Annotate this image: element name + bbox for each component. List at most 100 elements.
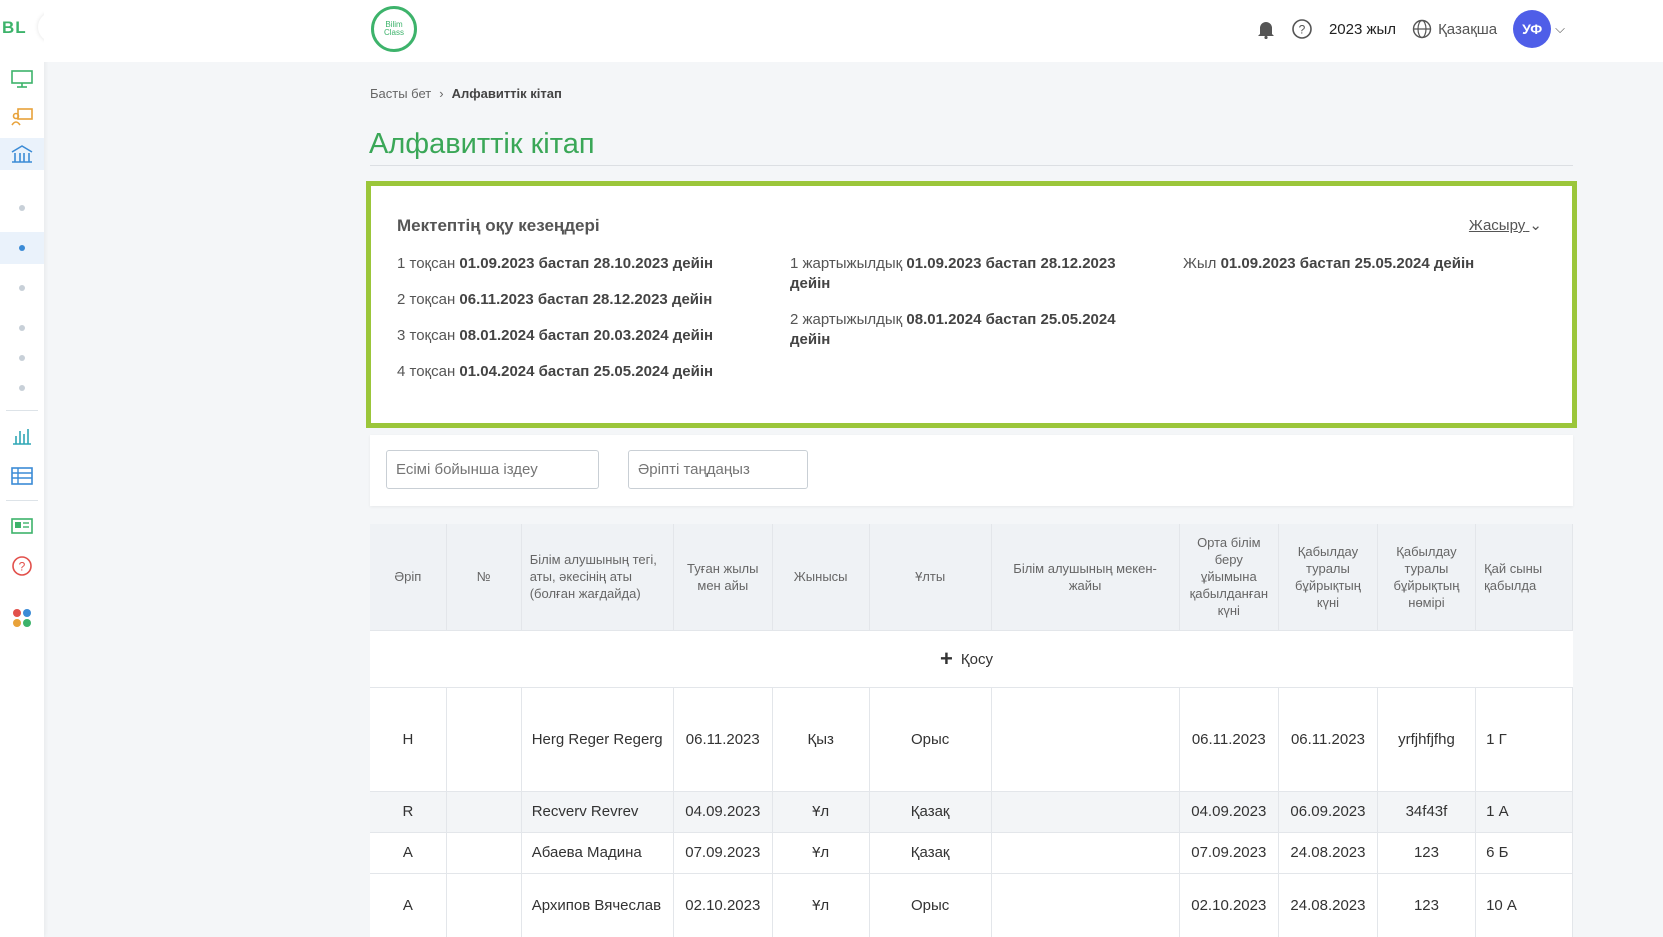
col-full-name[interactable]: Білім алушының тегі, аты, әкесінің аты (…	[521, 524, 674, 630]
period-range: 06.11.2023 бастап 28.12.2023 дейін	[459, 291, 713, 308]
table-icon	[11, 467, 33, 485]
sidebar-item-news[interactable]	[0, 510, 44, 542]
period-label: 4 тоқсан	[397, 363, 456, 380]
cell-address	[991, 872, 1180, 937]
sidebar-subitem-5[interactable]	[0, 342, 44, 374]
cell-name: Абаева Мадина	[521, 831, 674, 873]
cell-order-number: 34f43f	[1377, 790, 1477, 832]
col-order-number[interactable]: Қабылдау туралы бұйрықтың нөмірі	[1377, 524, 1477, 630]
cell-name: Архипов Вячеслав	[521, 872, 674, 937]
cell-class: 10 А	[1475, 872, 1573, 937]
add-row: + Қосу	[370, 629, 1573, 687]
news-icon	[11, 518, 33, 534]
col-letter[interactable]: Әріп	[370, 524, 447, 630]
school-periods-panel: Мектептің оқу кезеңдері Жасыру ⌄ 1 тоқса…	[366, 181, 1577, 428]
cell-nationality: Қазақ	[869, 790, 992, 832]
cell-class: 6 Б	[1475, 831, 1573, 873]
cell-number	[446, 872, 522, 937]
sidebar-subitem-2[interactable]	[0, 232, 44, 264]
col-address[interactable]: Білім алушының мекен-жайы	[991, 524, 1180, 630]
sidebar-logo: BL	[2, 18, 27, 37]
table-row[interactable]: H Herg Reger Regerg 06.11.2023 Қыз Орыс …	[370, 686, 1573, 791]
globe-icon	[1412, 19, 1432, 39]
table-row[interactable]: R Recverv Revrev 04.09.2023 Ұл Қазақ 04.…	[370, 790, 1573, 832]
sidebar-subitem-1[interactable]	[0, 192, 44, 224]
cell-name: Recverv Revrev	[521, 790, 674, 832]
sidebar-subitem-4[interactable]	[0, 312, 44, 344]
period-range: 08.01.2024 бастап 20.03.2024 дейін	[459, 327, 714, 344]
period-label: 1 жартыжылдық	[790, 255, 903, 272]
academic-year-selector[interactable]: 2023 жыл	[1329, 21, 1396, 38]
hide-periods-button[interactable]: Жасыру ⌄	[1469, 216, 1542, 234]
sidebar-item-school[interactable]	[0, 138, 44, 170]
col-birth[interactable]: Туған жылы мен айы	[673, 524, 773, 630]
bell-icon[interactable]	[1257, 19, 1275, 39]
bar-chart-icon	[13, 429, 31, 445]
quarters-column: 1 тоқсан 01.09.2023 бастап 28.10.2023 де…	[397, 254, 757, 398]
bilimclass-logo[interactable]: Bilim Class	[371, 6, 417, 52]
sidebar-item-help[interactable]: ?	[0, 550, 44, 582]
user-menu[interactable]: УФ ⌵	[1513, 10, 1565, 48]
help-circle-icon[interactable]: ?	[1291, 18, 1313, 40]
plus-icon: +	[940, 645, 953, 671]
col-gender[interactable]: Жынысы	[772, 524, 870, 630]
period-label: 3 тоқсан	[397, 327, 456, 344]
cell-birth: 04.09.2023	[673, 790, 773, 832]
col-admitted[interactable]: Орта білім беру ұйымына қабылданған күні	[1179, 524, 1280, 630]
cell-letter: H	[370, 686, 447, 791]
cell-birth: 06.11.2023	[673, 686, 773, 791]
logo-text-2: Class	[383, 28, 404, 37]
period-label: 1 тоқсан	[397, 255, 456, 272]
cell-order-number: yrfjhfjfhg	[1377, 686, 1477, 791]
col-nationality[interactable]: Ұлты	[869, 524, 992, 630]
cell-letter: А	[370, 831, 447, 873]
breadcrumb-current: Алфавиттік кітап	[451, 86, 562, 101]
sidebar-subitem-6[interactable]	[0, 372, 44, 404]
col-number[interactable]: №	[446, 524, 522, 630]
help-icon: ?	[12, 556, 32, 576]
quarter-item: 1 тоқсан 01.09.2023 бастап 28.10.2023 де…	[397, 254, 757, 274]
cell-admitted: 04.09.2023	[1179, 790, 1280, 832]
breadcrumb-home[interactable]: Басты бет	[370, 86, 431, 101]
cell-order-number: 123	[1377, 872, 1477, 937]
cell-order-date: 24.08.2023	[1278, 831, 1378, 873]
period-range: 01.09.2023 бастап 25.05.2024 дейін	[1220, 255, 1475, 272]
page-title: Алфавиттік кітап	[369, 128, 595, 160]
periods-title: Мектептің оқу кезеңдері	[397, 216, 600, 235]
filters-bar	[370, 435, 1573, 506]
add-student-button[interactable]: + Қосу	[370, 629, 1573, 687]
table-row[interactable]: А Архипов Вячеслав 02.10.2023 Ұл Орыс 02…	[370, 872, 1573, 937]
sidebar-item-tables[interactable]	[0, 460, 44, 492]
sidebar-subitem-3[interactable]	[0, 272, 44, 304]
cell-address	[991, 831, 1180, 873]
sidebar-item-apps[interactable]	[0, 602, 44, 634]
header-actions: ? 2023 жыл Қазақша УФ ⌵	[1257, 10, 1565, 48]
cell-birth: 02.10.2023	[673, 872, 773, 937]
svg-text:?: ?	[1299, 23, 1306, 37]
avatar: УФ	[1513, 10, 1552, 48]
dot-icon	[19, 205, 25, 211]
sidebar-item-reports[interactable]	[0, 420, 44, 452]
cell-gender: Ұл	[772, 831, 870, 873]
quarter-item: 3 тоқсан 08.01.2024 бастап 20.03.2024 де…	[397, 326, 757, 346]
col-class[interactable]: Қай сыны қабылда	[1475, 524, 1573, 630]
cell-number	[446, 790, 522, 832]
table-row[interactable]: А Абаева Мадина 07.09.2023 Ұл Қазақ 07.0…	[370, 831, 1573, 873]
letter-select[interactable]	[628, 450, 808, 489]
col-order-date[interactable]: Қабылдау туралы бұйрықтың күні	[1278, 524, 1378, 630]
search-by-name-input[interactable]	[386, 450, 599, 489]
dot-icon	[19, 385, 25, 391]
sidebar-item-monitor[interactable]	[0, 63, 44, 95]
quarter-item: 4 тоқсан 01.04.2024 бастап 25.05.2024 де…	[397, 362, 757, 382]
cell-order-date: 24.08.2023	[1278, 872, 1378, 937]
dot-icon	[19, 355, 25, 361]
sidebar-divider	[6, 500, 38, 501]
cell-number	[446, 686, 522, 791]
language-selector[interactable]: Қазақша	[1412, 19, 1497, 39]
cell-admitted: 02.10.2023	[1179, 872, 1280, 937]
apps-icon	[13, 609, 31, 627]
cell-letter: А	[370, 872, 447, 937]
sidebar-item-teacher[interactable]	[0, 101, 44, 133]
cell-number	[446, 831, 522, 873]
dot-icon	[19, 325, 25, 331]
